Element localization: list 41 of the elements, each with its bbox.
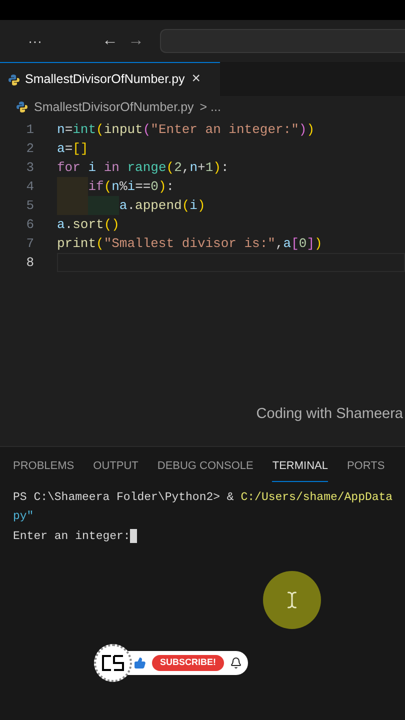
code-line: a.sort(): [57, 216, 120, 234]
line-number: 4: [25, 178, 35, 196]
line-number: 3: [25, 158, 35, 177]
line-number: 8: [25, 254, 35, 272]
code-line: if(n%i==0):: [57, 177, 405, 196]
line-number: 6: [25, 216, 35, 234]
python-file-icon: [16, 101, 28, 113]
line-number: 1: [25, 120, 35, 139]
line-number: 7: [25, 234, 35, 253]
breadcrumb-file[interactable]: SmallestDivisorOfNumber.py: [34, 98, 194, 116]
logo-icon: [102, 654, 124, 671]
code-line: a.append(i): [57, 196, 405, 215]
breadcrumb-more[interactable]: > ...: [200, 98, 221, 116]
code-line: a=[]: [57, 140, 90, 158]
panel-tab[interactable]: OUTPUT: [93, 452, 138, 482]
panel-tab[interactable]: PROBLEMS: [13, 452, 74, 482]
code-line: for i in range(2,n+1):: [57, 158, 230, 177]
python-file-icon: [8, 74, 20, 86]
terminal-path: C:/Users/shame/AppData: [240, 490, 393, 506]
terminal-text: py": [13, 509, 35, 526]
back-button[interactable]: ←: [102, 29, 118, 53]
code-line: print("Smallest divisor is:",a[0]): [57, 234, 324, 253]
terminal-text: Enter an integer:: [13, 528, 130, 544]
search-field[interactable]: [160, 29, 405, 53]
panel-tab[interactable]: TERMINAL: [272, 452, 328, 482]
tab-label: SmallestDivisorOfNumber.py: [25, 71, 185, 88]
terminal-prompt: PS C:\Shameera Folder\Python2> &: [13, 490, 235, 506]
line-number: 2: [25, 140, 35, 158]
thumbs-up-icon: [134, 656, 146, 669]
editor-tab[interactable]: SmallestDivisorOfNumber.py ×: [0, 62, 220, 96]
caption-text: Coding with Shameera: [256, 405, 403, 424]
panel-tab[interactable]: DEBUG CONSOLE: [157, 452, 254, 482]
code-line: n=int(input("Enter an integer:")): [57, 120, 316, 139]
close-button[interactable]: ×: [192, 68, 201, 91]
forward-button[interactable]: →: [128, 29, 144, 53]
terminal-cursor: [130, 529, 138, 544]
subscribe-button[interactable]: SUBSCRIBE!: [152, 654, 224, 671]
more-button[interactable]: ···: [28, 30, 48, 52]
bell-icon: [230, 656, 242, 669]
panel-tab[interactable]: PORTS: [346, 452, 385, 482]
line-number: 5: [25, 196, 35, 215]
